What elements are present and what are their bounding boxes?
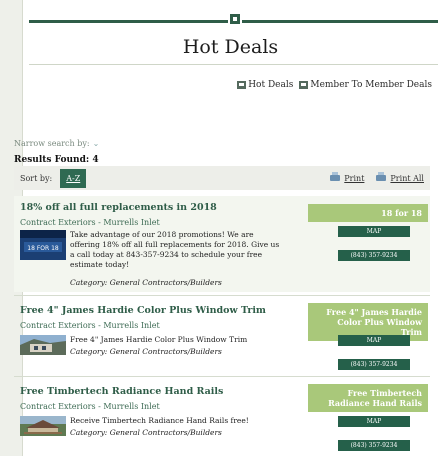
- narrow-search-label: Narrow search by:: [14, 139, 90, 148]
- deal-links: Hot Deals Member To Member Deals: [237, 80, 432, 90]
- title-divider: [29, 64, 438, 65]
- listing-description: Take advantage of our 2018 promotions! W…: [70, 230, 280, 269]
- listing-divider: [14, 295, 430, 296]
- listing-thumbnail[interactable]: [20, 416, 66, 436]
- map-button[interactable]: MAP: [338, 335, 410, 346]
- print-link[interactable]: Print: [330, 172, 365, 183]
- printer-icon: [330, 172, 341, 181]
- phone-button[interactable]: (843) 357-9234: [338, 440, 410, 451]
- printer-icon: [376, 172, 387, 181]
- map-button[interactable]: MAP: [338, 416, 410, 427]
- results-count: Results Found: 4: [14, 155, 99, 165]
- listing-company: Contract Exteriors - Murrells Inlet: [20, 321, 160, 330]
- listing-thumbnail[interactable]: 18 FOR 18: [20, 230, 66, 260]
- page-title: Hot Deals: [182, 36, 279, 58]
- sort-label: Sort by:: [20, 173, 53, 183]
- thumbnail-text: 18 FOR 18: [27, 245, 59, 252]
- chevron-down-icon: ⌄: [92, 139, 100, 148]
- listing-category: Category: General Contractors/Builders: [70, 347, 222, 356]
- print-all-link[interactable]: Print All: [376, 172, 424, 183]
- map-button[interactable]: MAP: [338, 226, 410, 237]
- phone-button[interactable]: (843) 357-9234: [338, 250, 410, 261]
- emblem-icon: [228, 12, 242, 26]
- narrow-search-toggle[interactable]: Narrow search by: ⌄: [14, 139, 99, 148]
- listing-description: Free 4" James Hardie Color Plus Window T…: [70, 335, 248, 344]
- hot-deals-link[interactable]: Hot Deals: [237, 80, 293, 90]
- sort-bar: Sort by: A-Z Print Print All: [14, 166, 430, 190]
- listing-title-link[interactable]: 18% off all full replacements in 2018: [20, 202, 217, 213]
- promo-badge: Free Timbertech Radiance Hand Rails: [308, 384, 428, 412]
- member-deals-label: Member To Member Deals: [310, 80, 432, 90]
- promo-badge: 18 for 18: [308, 204, 428, 222]
- listing-divider: [14, 376, 430, 377]
- listing-title-link[interactable]: Free 4" James Hardie Color Plus Window T…: [20, 305, 266, 316]
- listing-description: Receive Timbertech Radiance Hand Rails f…: [70, 416, 249, 425]
- print-controls: Print Print All: [330, 172, 424, 183]
- listing-title-link[interactable]: Free Timbertech Radiance Hand Rails: [20, 386, 223, 397]
- hot-deals-icon: [237, 81, 247, 89]
- listing-thumbnail[interactable]: [20, 335, 66, 355]
- member-deals-icon: [299, 81, 309, 89]
- listing-company: Contract Exteriors - Murrells Inlet: [20, 402, 160, 411]
- listing-company: Contract Exteriors - Murrells Inlet: [20, 218, 160, 227]
- member-deals-link[interactable]: Member To Member Deals: [299, 80, 432, 90]
- listing-card: Free 4" James Hardie Color Plus Window T…: [14, 297, 430, 375]
- phone-button[interactable]: (843) 357-9234: [338, 359, 410, 370]
- listing-category: Category: General Contractors/Builders: [70, 428, 222, 437]
- hot-deals-label: Hot Deals: [248, 80, 294, 90]
- listing-card: 18% off all full replacements in 2018 Co…: [14, 196, 430, 292]
- listing-category: Category: General Contractors/Builders: [70, 278, 222, 287]
- listing-card: Free Timbertech Radiance Hand Rails Cont…: [14, 378, 430, 456]
- sort-az-button[interactable]: A-Z: [60, 168, 87, 188]
- print-all-label: Print All: [390, 173, 424, 183]
- print-label: Print: [344, 173, 365, 183]
